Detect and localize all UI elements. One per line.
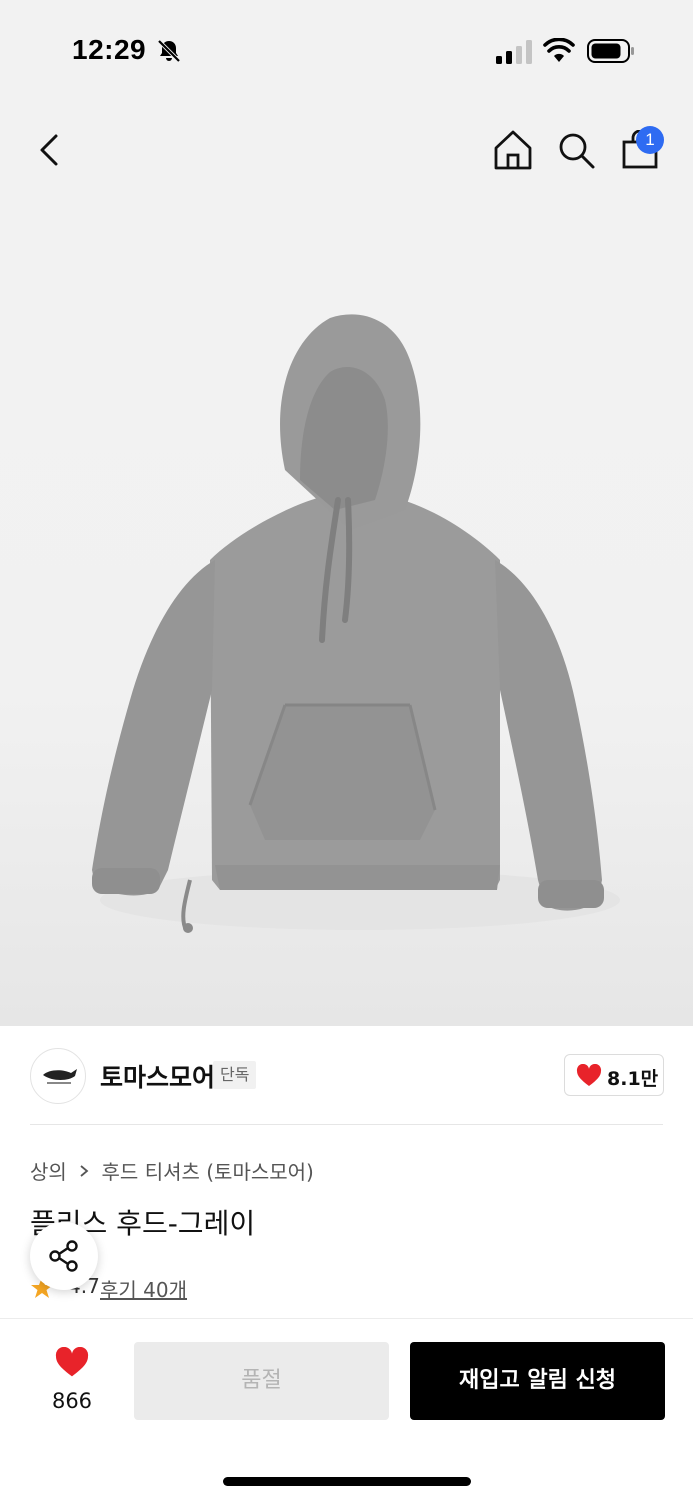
- status-time: 12:29: [72, 34, 147, 65]
- whale-logo-icon: [43, 1069, 77, 1084]
- bell-slash-icon: [157, 39, 181, 63]
- soldout-button: 품절: [134, 1342, 389, 1420]
- top-nav: [0, 100, 693, 200]
- bottom-action-bar: 866 품절 재입고 알림 신청: [0, 1318, 693, 1500]
- home-icon[interactable]: [492, 128, 534, 172]
- restock-alert-button[interactable]: 재입고 알림 신청: [410, 1342, 665, 1420]
- wifi-icon: [543, 38, 575, 62]
- product-image[interactable]: [0, 200, 693, 1026]
- brand-like-count: 8.1만: [607, 1068, 659, 1090]
- divider: [30, 1124, 663, 1125]
- brand-row[interactable]: 토마스모어 단독 8.1만: [0, 1026, 693, 1126]
- heart-icon: [576, 1064, 602, 1086]
- wishlist-button[interactable]: 866: [36, 1339, 108, 1415]
- exclusive-tag: 단독: [213, 1061, 257, 1089]
- share-icon: [49, 1240, 78, 1272]
- breadcrumb-category[interactable]: 상의: [30, 1160, 67, 1184]
- brand-like-button[interactable]: 8.1만: [564, 1054, 664, 1096]
- heart-icon: [55, 1347, 89, 1377]
- signal-icon: [496, 40, 532, 64]
- battery-icon: [587, 39, 634, 63]
- breadcrumb: 상의 후드 티셔츠 (토마스모어): [30, 1156, 314, 1185]
- brand-name[interactable]: 토마스모어: [100, 1058, 215, 1094]
- status-bar: 12:29: [0, 0, 693, 100]
- brand-logo[interactable]: [30, 1048, 86, 1104]
- wishlist-count: 866: [51, 1389, 93, 1413]
- chevron-right-icon: [79, 1159, 89, 1183]
- back-icon[interactable]: [30, 128, 70, 172]
- review-count-link[interactable]: 후기 40개: [100, 1274, 187, 1303]
- cart-count-badge: 1: [636, 126, 664, 154]
- share-button[interactable]: [30, 1222, 98, 1290]
- home-indicator: [223, 1477, 471, 1486]
- hoodie-illustration: [92, 314, 620, 933]
- search-icon[interactable]: [556, 130, 596, 170]
- breadcrumb-subcategory[interactable]: 후드 티셔츠 (토마스모어): [102, 1160, 314, 1184]
